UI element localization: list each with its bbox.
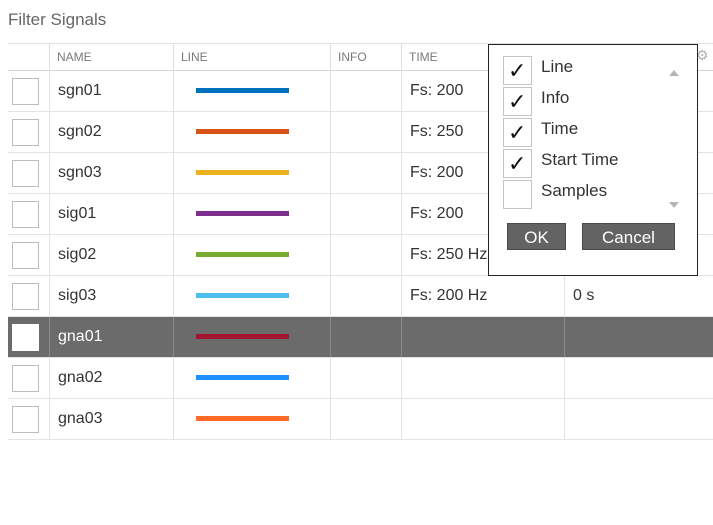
select-cell — [8, 194, 50, 234]
signal-name: sig03 — [50, 276, 174, 316]
select-cell — [8, 112, 50, 152]
checkmark-icon: ✓ — [508, 59, 527, 84]
info-cell — [331, 235, 402, 275]
row-checkbox[interactable] — [12, 324, 39, 351]
info-cell — [331, 71, 402, 111]
row-checkbox[interactable] — [12, 283, 39, 310]
start-time-cell — [565, 358, 713, 398]
filter-signals-title: Filter Signals — [8, 10, 107, 29]
row-checkbox[interactable] — [12, 365, 39, 392]
line-cell — [174, 399, 331, 439]
select-cell — [8, 153, 50, 193]
line-color-swatch[interactable] — [196, 416, 289, 421]
table-row[interactable]: sig03 Fs: 200 Hz 0 s — [8, 276, 713, 317]
select-cell — [8, 399, 50, 439]
signal-name: sgn03 — [50, 153, 174, 193]
scroll-up-arrow-icon[interactable] — [669, 70, 679, 76]
select-cell — [8, 276, 50, 316]
select-cell — [8, 358, 50, 398]
line-color-swatch[interactable] — [196, 375, 289, 380]
line-cell — [174, 71, 331, 111]
line-cell — [174, 317, 331, 357]
column-option-checkbox[interactable]: ✓ — [503, 118, 532, 147]
signal-name: gna03 — [50, 399, 174, 439]
column-option-checkbox[interactable]: ✓ — [503, 56, 532, 85]
time-cell — [402, 358, 565, 398]
info-cell — [331, 317, 402, 357]
cancel-button[interactable]: Cancel — [582, 223, 675, 250]
start-time-cell: 0 s — [573, 287, 595, 304]
line-color-swatch[interactable] — [196, 170, 289, 175]
signal-name: sig01 — [50, 194, 174, 234]
column-selection-menu: ✓ Line ✓ Info ✓ Time ✓ Start Time Samples OK Can… — [488, 44, 698, 276]
header-name[interactable]: NAME — [50, 44, 174, 71]
scroll-down-arrow-icon[interactable] — [669, 202, 679, 208]
info-cell — [331, 153, 402, 193]
signal-name: gna02 — [50, 358, 174, 398]
line-cell — [174, 276, 331, 316]
info-cell — [331, 276, 402, 316]
signal-name: gna01 — [50, 317, 174, 357]
time-cell — [402, 317, 565, 357]
table-row[interactable]: gna02 — [8, 358, 713, 399]
signal-name: sig02 — [50, 235, 174, 275]
row-checkbox[interactable] — [12, 242, 39, 269]
table-row[interactable]: gna01 — [8, 317, 713, 358]
start-time-cell — [565, 399, 713, 439]
column-option-checkbox[interactable]: ✓ — [503, 87, 532, 116]
line-color-swatch[interactable] — [196, 252, 289, 257]
header-info[interactable]: INFO — [331, 44, 402, 71]
info-cell — [331, 194, 402, 234]
row-checkbox[interactable] — [12, 119, 39, 146]
time-cell: Fs: 200 Hz — [402, 276, 565, 316]
checkmark-icon: ✓ — [508, 90, 527, 115]
line-cell — [174, 358, 331, 398]
row-checkbox[interactable] — [12, 201, 39, 228]
header-select-column — [8, 44, 50, 71]
column-option[interactable]: ✓ Line — [503, 56, 683, 87]
row-checkbox[interactable] — [12, 160, 39, 187]
info-cell — [331, 399, 402, 439]
column-option-checkbox[interactable] — [503, 180, 532, 209]
signal-name: sgn01 — [50, 71, 174, 111]
line-color-swatch[interactable] — [196, 88, 289, 93]
line-color-swatch[interactable] — [196, 293, 289, 298]
column-option-label: Samples — [541, 181, 608, 200]
line-color-swatch[interactable] — [196, 211, 289, 216]
line-cell — [174, 235, 331, 275]
column-option[interactable]: ✓ Time — [503, 118, 683, 149]
select-cell — [8, 71, 50, 111]
column-option-label: Line — [541, 57, 574, 76]
checkmark-icon: ✓ — [508, 152, 527, 177]
line-cell — [174, 112, 331, 152]
line-color-swatch[interactable] — [196, 334, 289, 339]
info-cell — [331, 112, 402, 152]
start-time-cell — [565, 317, 713, 357]
column-option[interactable]: ✓ Start Time — [503, 149, 683, 180]
time-cell — [402, 399, 565, 439]
column-option-label: Time — [541, 119, 579, 138]
column-option[interactable]: Samples — [503, 180, 683, 211]
select-cell — [8, 235, 50, 275]
select-cell — [8, 317, 50, 357]
row-checkbox[interactable] — [12, 78, 39, 105]
line-cell — [174, 153, 331, 193]
line-color-swatch[interactable] — [196, 129, 289, 134]
header-line[interactable]: LINE — [174, 44, 331, 71]
line-cell — [174, 194, 331, 234]
table-row[interactable]: gna03 — [8, 399, 713, 440]
info-cell — [331, 358, 402, 398]
column-option-label: Info — [541, 88, 570, 107]
row-checkbox[interactable] — [12, 406, 39, 433]
checkmark-icon: ✓ — [508, 121, 527, 146]
column-option-checkbox[interactable]: ✓ — [503, 149, 532, 178]
ok-button[interactable]: OK — [507, 223, 566, 250]
column-option-label: Start Time — [541, 150, 619, 169]
signal-name: sgn02 — [50, 112, 174, 152]
column-option[interactable]: ✓ Info — [503, 87, 683, 118]
